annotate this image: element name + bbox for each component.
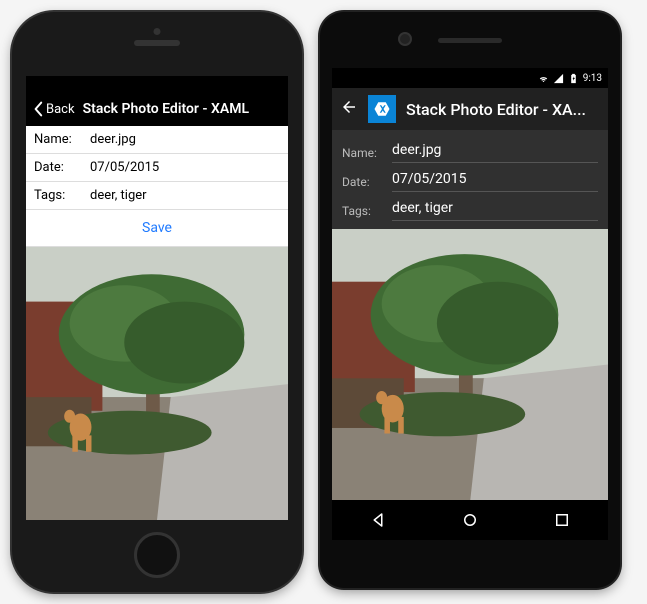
nav-recent-icon[interactable] (553, 511, 571, 529)
date-label: Date: (26, 154, 86, 181)
form-row-date: Date: 07/05/2015 (332, 163, 608, 192)
signal-icon (553, 73, 564, 84)
iphone-device-frame: Back Stack Photo Editor - XAML Name: dee… (12, 12, 302, 592)
form-row-name: Name: deer.jpg (332, 134, 608, 163)
name-input[interactable]: deer.jpg (86, 126, 288, 153)
tags-label: Tags: (26, 182, 86, 209)
page-title: Stack Photo Editor - XAML (83, 101, 250, 117)
android-nav-bar (332, 500, 608, 540)
status-time: 9:13 (583, 73, 602, 84)
tags-input[interactable]: deer, tiger (86, 182, 288, 209)
back-label: Back (46, 102, 75, 117)
photo-preview (26, 247, 288, 520)
form-row-date: Date: 07/05/2015 (26, 154, 288, 182)
app-logo (368, 95, 396, 123)
chevron-left-icon (32, 101, 44, 117)
name-input[interactable]: deer.jpg (392, 136, 598, 163)
xamarin-icon (373, 100, 391, 118)
iphone-speaker (134, 40, 180, 46)
form-row-name: Name: deer.jpg (26, 126, 288, 154)
save-button[interactable]: Save (26, 210, 288, 247)
ios-nav-bar: Back Stack Photo Editor - XAML (26, 92, 288, 126)
home-button[interactable] (134, 532, 180, 578)
tags-label: Tags: (342, 194, 392, 221)
date-input[interactable]: 07/05/2015 (392, 165, 598, 192)
back-button[interactable] (340, 98, 358, 120)
date-label: Date: (342, 165, 392, 192)
iphone-camera-dot (154, 28, 161, 35)
form-row-tags: Tags: deer, tiger (26, 182, 288, 210)
iphone-screen: Back Stack Photo Editor - XAML Name: dee… (26, 76, 288, 520)
photo-image (332, 229, 608, 500)
nav-back-icon[interactable] (369, 511, 387, 529)
android-content: Name: deer.jpg Date: 07/05/2015 Tags: de… (332, 130, 608, 500)
android-speaker (438, 38, 502, 43)
name-label: Name: (26, 126, 86, 153)
page-title: Stack Photo Editor - XA... (406, 100, 600, 119)
name-label: Name: (342, 136, 392, 163)
battery-icon (568, 73, 579, 84)
back-button[interactable]: Back (32, 101, 75, 117)
tags-input[interactable]: deer, tiger (392, 194, 598, 221)
date-input[interactable]: 07/05/2015 (86, 154, 288, 181)
arrow-left-icon (340, 98, 358, 116)
android-screen: 9:13 Stack Photo Editor - XA... Name: de… (332, 68, 608, 540)
android-camera-dot (400, 34, 410, 44)
android-device-frame: 9:13 Stack Photo Editor - XA... Name: de… (320, 12, 620, 588)
photo-image (26, 247, 288, 520)
ios-status-bar (26, 76, 288, 92)
wifi-icon (538, 73, 549, 84)
android-action-bar: Stack Photo Editor - XA... (332, 88, 608, 130)
photo-preview (332, 229, 608, 500)
form-row-tags: Tags: deer, tiger (332, 192, 608, 221)
android-status-bar: 9:13 (332, 68, 608, 88)
ios-content: Name: deer.jpg Date: 07/05/2015 Tags: de… (26, 126, 288, 520)
nav-home-icon[interactable] (461, 511, 479, 529)
